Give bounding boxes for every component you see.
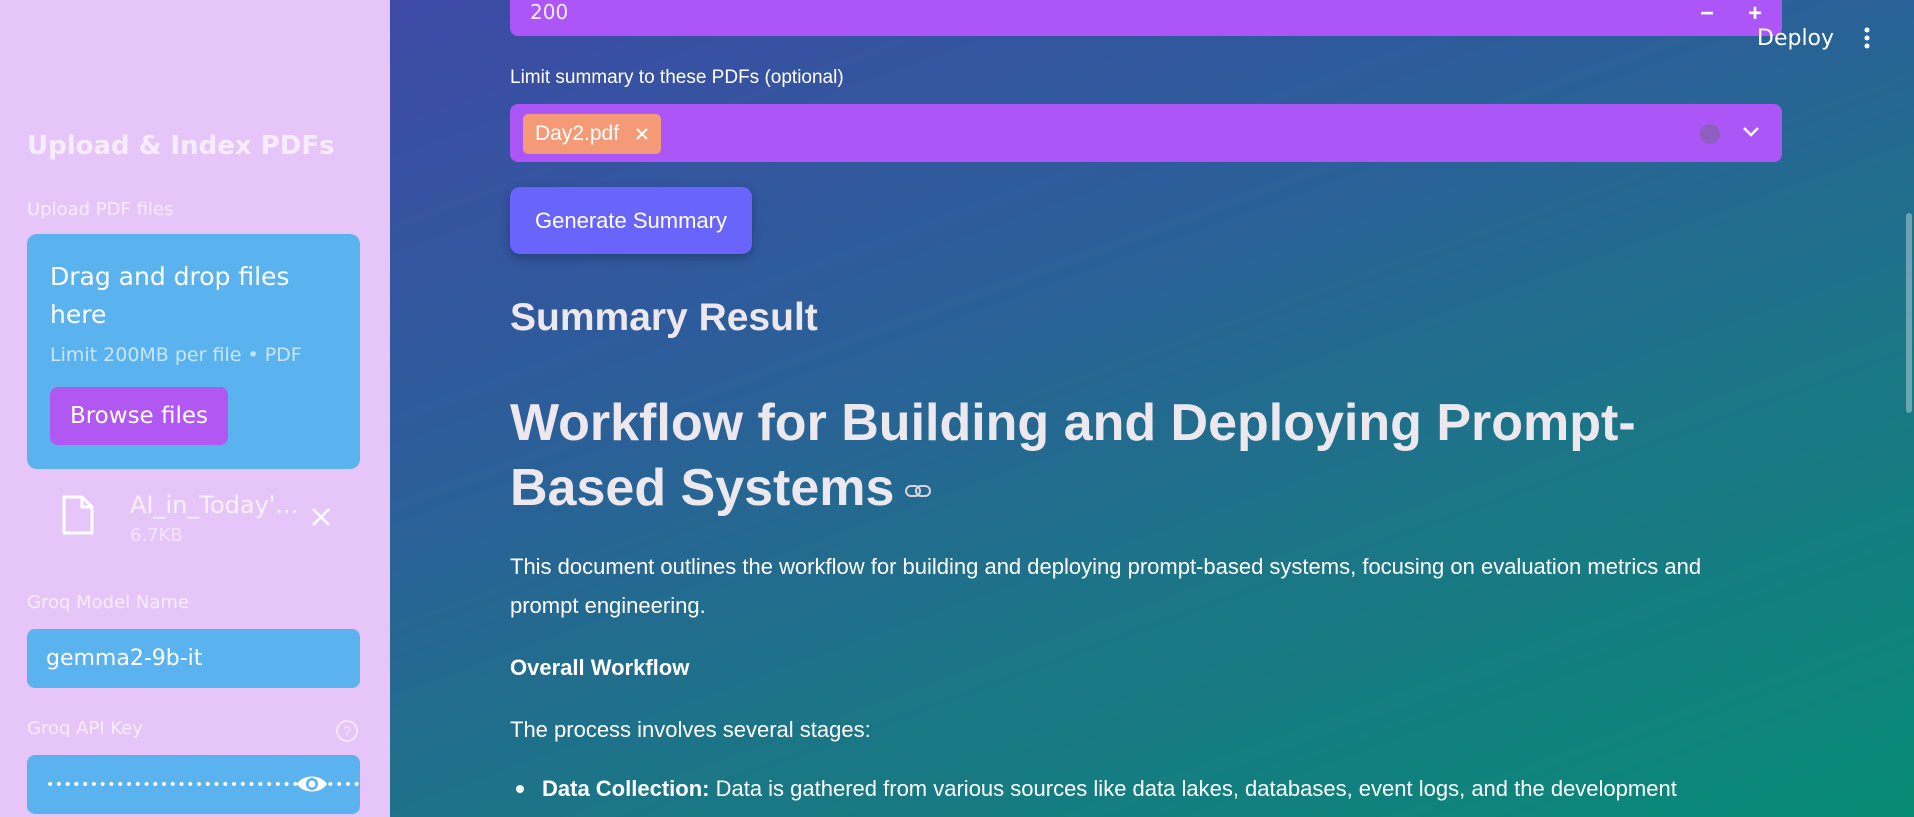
file-dropzone[interactable]: Drag and drop files here Limit 200MB per… xyxy=(27,234,360,469)
file-icon xyxy=(62,495,94,535)
pdf-filter-label: Limit summary to these PDFs (optional) xyxy=(510,67,844,88)
scrollbar[interactable] xyxy=(1904,0,1914,817)
dropzone-title: Drag and drop files here xyxy=(50,262,290,329)
upload-label: Upload PDF files xyxy=(27,199,174,220)
intro-paragraph: This document outlines the workflow for … xyxy=(510,554,1702,618)
pdf-multiselect[interactable]: Day2.pdf xyxy=(510,104,1782,162)
browse-files-button[interactable]: Browse files xyxy=(50,387,228,445)
uploaded-file-size: 6.7KB xyxy=(130,525,183,546)
scroll-thumb[interactable] xyxy=(1906,213,1912,413)
generate-summary-button[interactable]: Generate Summary xyxy=(510,187,752,254)
dropzone-limit: Limit 200MB per file • PDF xyxy=(50,344,302,366)
selected-pdf-label: Day2.pdf xyxy=(535,122,620,145)
bullet-label: Data Collection: xyxy=(542,776,710,801)
sidebar: Upload & Index PDFs Upload PDF files Dra… xyxy=(0,0,390,817)
bullet-text: Data is gathered from various sources li… xyxy=(709,776,1677,801)
model-name-value: gemma2-9b-it xyxy=(46,646,203,671)
summary-heading: Summary Result xyxy=(510,296,818,339)
model-label: Groq Model Name xyxy=(27,592,189,613)
deploy-button[interactable]: Deploy xyxy=(1757,26,1834,51)
model-name-input[interactable]: gemma2-9b-it xyxy=(27,629,360,688)
uploaded-file-name: AI_in_Today'... xyxy=(130,491,299,519)
uploaded-file-row: AI_in_Today'... 6.7KB xyxy=(27,487,360,549)
chevron-down-icon[interactable] xyxy=(1742,125,1760,139)
document-title-text: Workflow for Building and Deploying Prom… xyxy=(510,394,1636,517)
link-icon[interactable] xyxy=(904,483,932,499)
list-item: Data Collection: Data is gathered from v… xyxy=(510,776,1677,802)
overall-workflow-heading: Overall Workflow xyxy=(510,655,690,680)
stages-paragraph: The process involves several stages: xyxy=(510,717,871,742)
sidebar-title: Upload & Index PDFs xyxy=(27,131,335,161)
help-icon[interactable]: ? xyxy=(336,720,358,742)
api-key-input[interactable]: •••••••••••••••••••••••••••••••••••• xyxy=(27,755,361,814)
bullet-dot xyxy=(516,785,524,793)
number-input[interactable]: 200 − + xyxy=(510,0,1782,36)
close-icon[interactable] xyxy=(309,505,333,529)
kebab-menu-icon[interactable] xyxy=(1863,26,1871,50)
minus-icon[interactable]: − xyxy=(1700,0,1714,28)
api-key-label: Groq API Key xyxy=(27,718,143,739)
plus-icon[interactable]: + xyxy=(1748,0,1762,28)
selected-pdf-tag: Day2.pdf xyxy=(523,114,662,154)
main-content: 200 − + Deploy Limit summary to these PD… xyxy=(390,0,1914,817)
eye-icon[interactable] xyxy=(296,772,328,796)
number-input-value: 200 xyxy=(530,0,569,24)
document-title: Workflow for Building and Deploying Prom… xyxy=(510,391,1740,521)
tag-remove-icon[interactable] xyxy=(635,127,649,141)
clear-icon[interactable] xyxy=(1700,124,1720,144)
